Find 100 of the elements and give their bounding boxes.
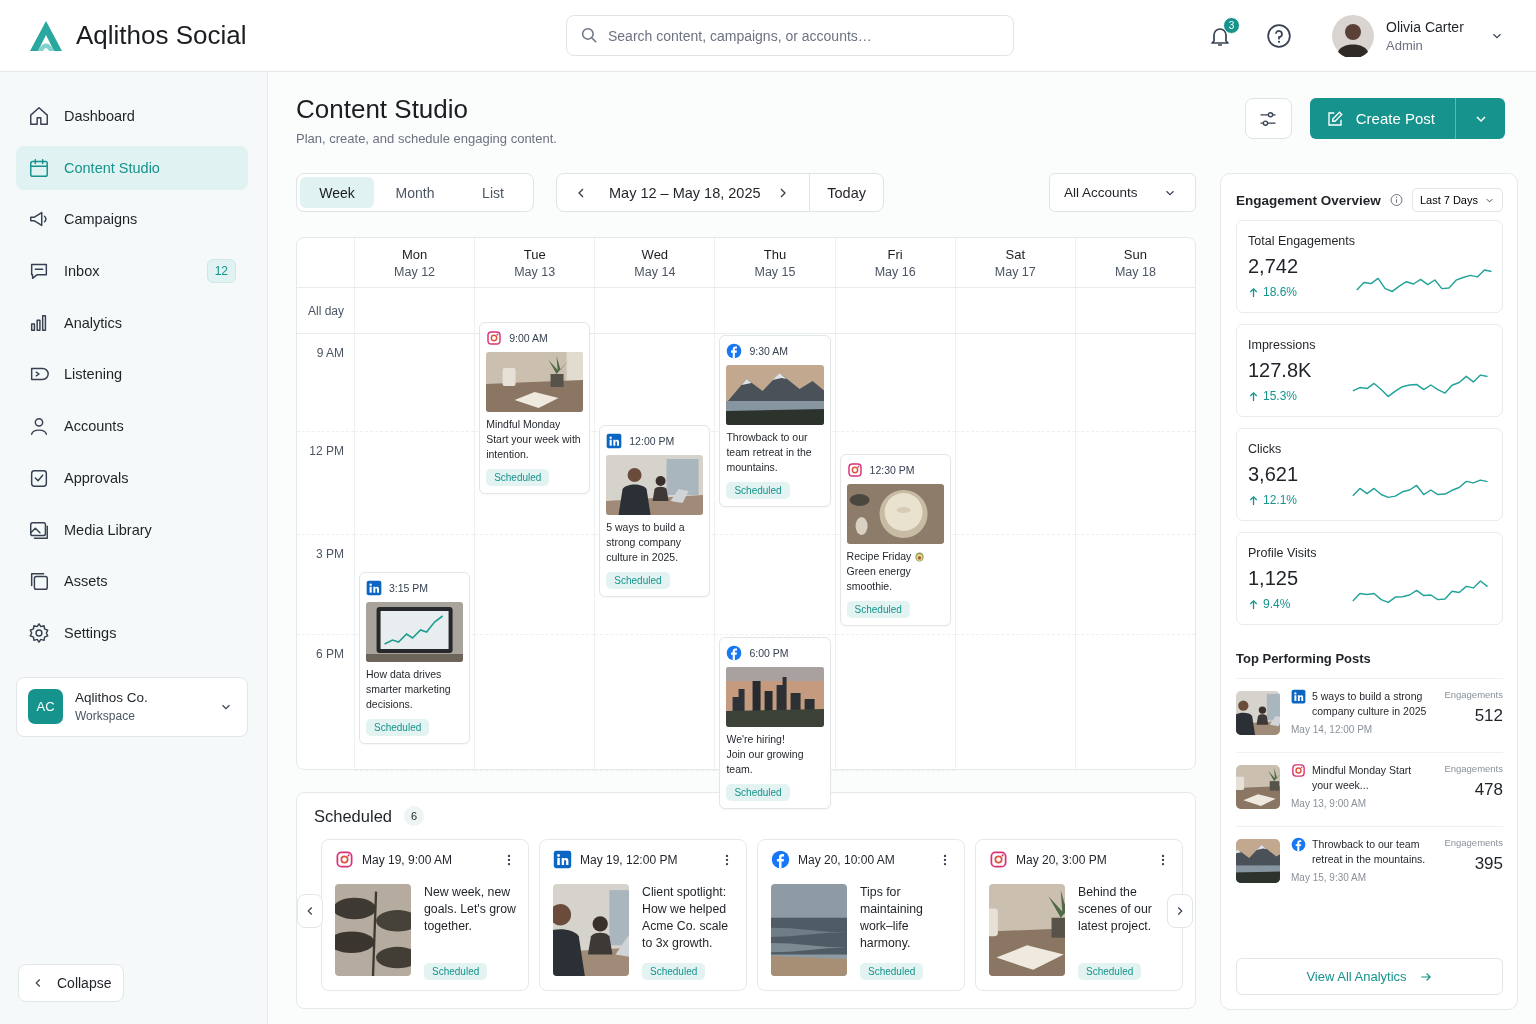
nav-icon [28,156,50,179]
view-tab[interactable]: Week [300,177,374,208]
scheduled-post-card[interactable]: May 19, 9:00 AM New week, new goals. Let's grow together. Scheduled [321,839,529,991]
status-badge: Scheduled [860,963,924,980]
top-post-row[interactable]: Mindful Monday Start your week... May 13, 9:00 AM Engagements 478 [1236,753,1503,827]
view-tab[interactable]: Month [378,177,452,208]
nav-item[interactable]: Inbox 12 [16,249,248,294]
post-text: Join our growing team. [726,747,805,777]
search-field[interactable]: Search content, campaigns, or accounts… [566,15,1014,56]
instagram-icon [846,462,863,478]
nav-item[interactable]: Settings [16,610,248,655]
post-text: How data drives smarter marketing decisions. [366,667,452,712]
nav-item[interactable]: Accounts [16,404,248,449]
collapse-button[interactable]: Collapse [18,964,125,1002]
post-card[interactable]: 9:30 AM Throwback to our team retreat in the mountains. Scheduled [719,335,831,507]
status-badge: Scheduled [1078,963,1142,980]
status-badge: Scheduled [486,469,550,486]
nav-item[interactable]: Listening [16,352,248,397]
top-post-row[interactable]: 5 ways to build a strong company culture in 2025 May 14, 12:00 PM Engagements 512 [1236,679,1503,753]
day-date: May 18 [1114,264,1156,279]
metric-value: 127.8K [1248,359,1312,382]
nav-item[interactable]: Dashboard [16,94,248,138]
page-title: Content Studio [296,94,469,125]
count-badge: 6 [404,806,424,826]
post-date: May 13, 9:00 AM [1291,798,1368,809]
metric-value: 512 [1474,706,1503,726]
post-card[interactable]: 12:30 PM Recipe Friday Green energy smoothie. Scheduled [839,454,951,626]
post-card[interactable]: 9:00 AM Mindful Monday Start your week with intention. Scheduled [479,322,591,494]
user-name: Olivia Carter [1386,18,1465,35]
day-name: Fri [887,246,903,262]
metric-label: Total Engagements [1248,234,1355,248]
arrow-up-icon [1248,390,1259,402]
metric-value: 2,742 [1248,255,1299,278]
post-headline: Mindful Monday [486,417,561,432]
nav-item[interactable]: Approvals [16,455,248,500]
search-icon [580,26,598,44]
instagram-icon [335,850,354,869]
metric-change: 9.4% [1263,597,1291,611]
scheduled-post-card[interactable]: May 20, 3:00 PM Behind the scenes of our latest project. Scheduled [975,839,1183,991]
arrow-up-icon [1248,286,1259,298]
edit-icon [1325,109,1344,128]
avatar[interactable] [1332,14,1374,57]
info-icon[interactable] [1389,193,1403,207]
scheduled-post-card[interactable]: May 19, 12:00 PM Client spotlight: How we helped Acme Co. scale to 3x growth. Scheduled [539,839,747,991]
post-text: Green energy smoothie. [846,564,912,594]
instagram-icon [989,850,1008,869]
count-badge: 12 [206,259,236,284]
linkedin-icon [1291,689,1306,704]
nav-item[interactable]: Media Library [16,507,248,552]
filter-button[interactable] [1244,98,1292,139]
status-badge: Scheduled [726,482,790,499]
top-post-row[interactable]: Throwback to our team retreat in the mountains. May 15, 9:30 AM Engagements 395 [1236,827,1503,901]
day-date: May 14 [634,264,676,279]
help-icon[interactable] [1266,22,1292,49]
post-date: May 15, 9:30 AM [1291,872,1368,883]
metric-label: Engagements [1444,689,1503,700]
user-role: Admin [1386,37,1424,53]
day-date: May 12 [394,264,436,279]
today-button[interactable]: Today [809,174,883,211]
day-name: Wed [641,246,669,262]
time-label: 6 PM [316,647,344,661]
metric-value: 1,125 [1248,567,1299,590]
post-time: 9:30 AM [749,345,788,357]
workspace-label: Workspace [75,709,136,724]
post-datetime: May 20, 3:00 PM [1016,852,1108,867]
workspace-name: Aqlithos Co. [75,690,149,706]
metric-label: Impressions [1248,338,1316,352]
nav-item[interactable]: Assets [16,559,248,604]
metric-change: 12.1% [1263,493,1298,507]
status-badge: Scheduled [606,572,670,589]
period-dropdown[interactable]: Last 7 Days [1411,188,1503,212]
post-text: 5 ways to build a strong company culture in 2025. [606,520,686,565]
post-time: 9:00 AM [509,332,548,344]
post-text: 5 ways to build a strong company culture in 2025 [1312,689,1428,719]
nav-item[interactable]: Campaigns [16,197,248,242]
time-label: 9 AM [316,346,344,360]
section-title: Top Performing Posts [1236,651,1372,666]
post-text: Throwback to our team retreat in the mountains. [1312,837,1427,867]
facebook-icon [726,645,743,661]
post-card[interactable]: 6:00 PM We're hiring! Join our growing team. Scheduled [719,637,831,809]
nav-item[interactable]: Analytics [16,300,248,345]
time-label: 12 PM [309,444,344,458]
metric-change: 15.3% [1263,389,1298,403]
metric-label: Clicks [1248,442,1282,456]
view-all-analytics-button[interactable]: View All Analytics [1236,958,1503,995]
post-card[interactable]: 3:15 PM How data drives smarter marketing decisions. Scheduled [359,572,471,744]
post-card[interactable]: 12:00 PM 5 ways to build a strong company culture in 2025. Scheduled [599,425,711,597]
post-text: Throwback to our team retreat in the mountains. [726,430,813,475]
instagram-icon [1291,763,1306,778]
scheduled-post-card[interactable]: May 20, 10:00 AM Tips for maintaining work–life harmony. Scheduled [757,839,965,991]
section-title: Scheduled [314,806,392,826]
post-time: 12:00 PM [629,435,675,447]
workspace-switcher[interactable]: AC Aqlithos Co. Workspace [16,676,248,737]
notification-count: 3 [1223,16,1240,34]
post-headline: We're hiring! [726,732,785,747]
panel-title: Engagement Overview [1236,192,1381,208]
create-post-button[interactable]: Create Post [1309,98,1455,139]
view-tab[interactable]: List [456,177,530,208]
facebook-icon [1291,837,1306,852]
account-filter[interactable]: All Accounts [1049,173,1196,212]
